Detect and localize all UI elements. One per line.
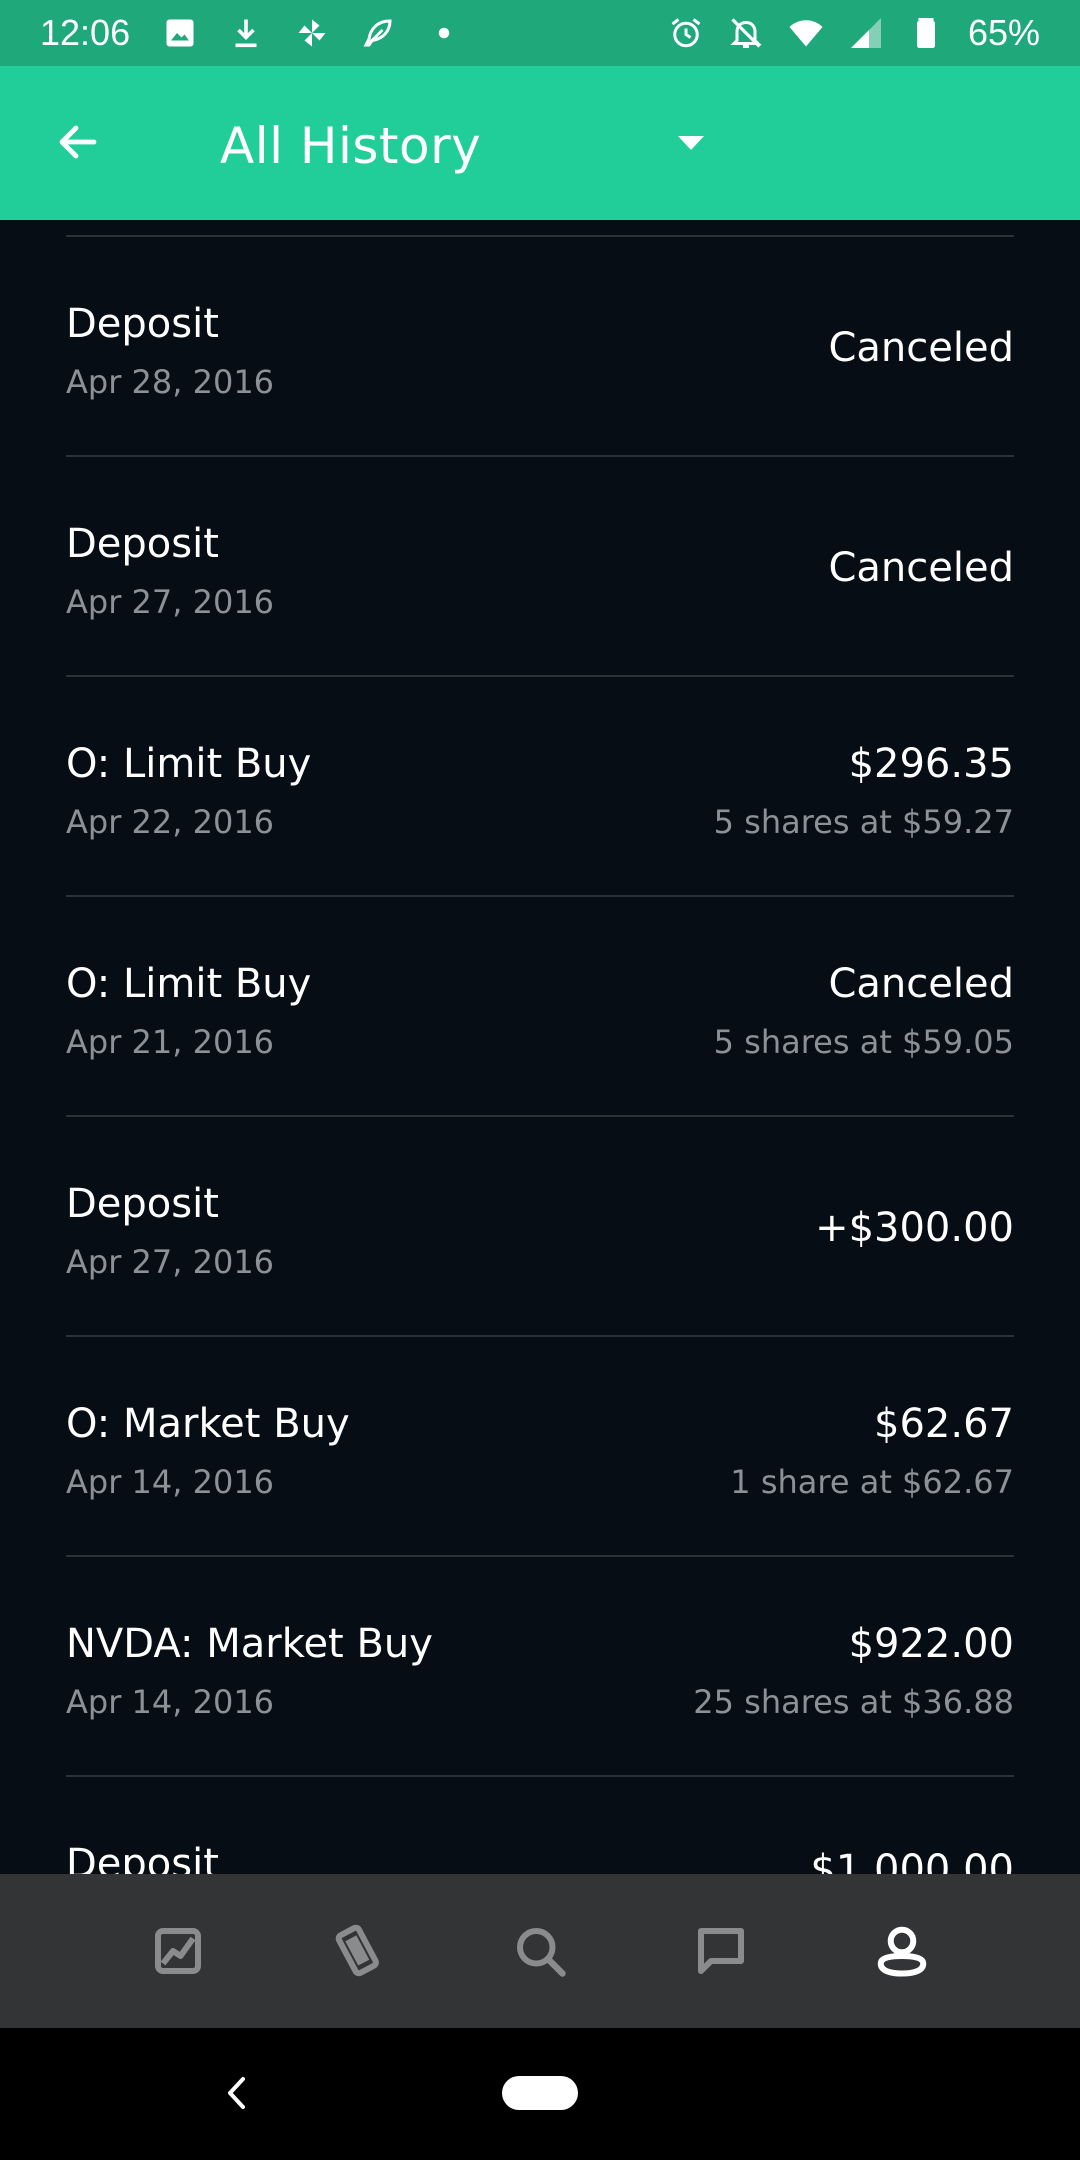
history-item-title: Deposit bbox=[66, 301, 219, 347]
battery-percent: 65% bbox=[967, 12, 1040, 53]
history-item-date: Apr 27, 2016 bbox=[66, 1243, 275, 1281]
account-icon bbox=[877, 1926, 926, 1977]
notifications-off-icon bbox=[728, 15, 764, 51]
image-icon bbox=[162, 15, 198, 51]
status-right-icons: 65% bbox=[668, 12, 1040, 54]
history-item-amount: Canceled bbox=[828, 325, 1014, 371]
history-item-amount: Canceled bbox=[828, 545, 1014, 591]
history-item-detail: 5 shares at $59.05 bbox=[713, 1023, 1014, 1061]
history-item-amount: $296.35 bbox=[848, 741, 1014, 787]
search-icon bbox=[516, 1928, 566, 1977]
history-item[interactable]: Deposit $1,000.00 bbox=[66, 1777, 1014, 1874]
history-item-detail: 5 shares at $59.27 bbox=[713, 803, 1014, 841]
status-left-icons bbox=[162, 15, 462, 51]
page-title: All History bbox=[220, 117, 482, 175]
history-item-title: NVDA: Market Buy bbox=[66, 1621, 433, 1667]
arrow-left-icon bbox=[59, 125, 97, 159]
history-item[interactable]: NVDA: Market Buy Apr 14, 2016 $922.00 25… bbox=[66, 1557, 1014, 1777]
history-item[interactable]: Deposit Apr 27, 2016 +$300.00 bbox=[66, 1117, 1014, 1337]
back-button[interactable] bbox=[48, 112, 108, 172]
history-item-title: Deposit bbox=[66, 1181, 219, 1227]
history-item[interactable]: O: Limit Buy Apr 22, 2016 $296.35 5 shar… bbox=[66, 677, 1014, 897]
nav-cards[interactable] bbox=[319, 1911, 399, 1991]
system-nav-bar bbox=[0, 2028, 1080, 2160]
status-time: 12:06 bbox=[40, 12, 131, 53]
nav-account[interactable] bbox=[862, 1911, 942, 1991]
history-item-date: Apr 22, 2016 bbox=[66, 803, 275, 841]
history-item-amount: $62.67 bbox=[874, 1401, 1014, 1447]
history-item-amount: $1,000.00 bbox=[810, 1847, 1014, 1874]
history-item-amount: Canceled bbox=[828, 961, 1014, 1007]
history-item-detail: 25 shares at $36.88 bbox=[693, 1683, 1014, 1721]
nav-messages[interactable] bbox=[681, 1911, 761, 1991]
history-item[interactable]: O: Limit Buy Apr 21, 2016 Canceled 5 sha… bbox=[66, 897, 1014, 1117]
nav-portfolio[interactable] bbox=[138, 1911, 218, 1991]
download-icon bbox=[228, 15, 264, 51]
history-list[interactable]: Deposit Apr 28, 2016 Canceled Deposit Ap… bbox=[0, 220, 1080, 1874]
history-item-date: Apr 28, 2016 bbox=[66, 363, 275, 401]
dot-icon bbox=[426, 15, 462, 51]
history-item-title: Deposit bbox=[66, 1841, 219, 1874]
cards-icon bbox=[335, 1924, 380, 1977]
signal-icon bbox=[848, 15, 884, 51]
history-item-date: Apr 21, 2016 bbox=[66, 1023, 275, 1061]
history-item-date: Apr 14, 2016 bbox=[66, 1463, 275, 1501]
battery-icon bbox=[908, 15, 944, 51]
history-item-title: Deposit bbox=[66, 521, 219, 567]
history-item-title: O: Limit Buy bbox=[66, 741, 312, 787]
history-filter-dropdown[interactable]: All History bbox=[220, 96, 720, 196]
alarm-icon bbox=[668, 15, 704, 51]
history-item[interactable]: Deposit Apr 27, 2016 Canceled bbox=[66, 457, 1014, 677]
system-back-button[interactable] bbox=[216, 2068, 256, 2118]
history-item-amount: +$300.00 bbox=[815, 1205, 1014, 1251]
history-item-date: Apr 14, 2016 bbox=[66, 1683, 275, 1721]
history-item-date: Apr 27, 2016 bbox=[66, 583, 275, 621]
caret-down-icon[interactable] bbox=[676, 134, 706, 154]
nav-search[interactable] bbox=[500, 1911, 580, 1991]
feather-icon bbox=[360, 15, 396, 51]
pinwheel-icon bbox=[294, 15, 330, 51]
status-bar: 12:06 65% bbox=[0, 0, 1080, 66]
history-item-amount: $922.00 bbox=[848, 1621, 1014, 1667]
chevron-left-icon bbox=[228, 2077, 245, 2109]
app-bar: All History bbox=[0, 66, 1080, 220]
wifi-icon bbox=[788, 15, 824, 51]
portfolio-chart-icon bbox=[155, 1928, 202, 1974]
home-pill[interactable] bbox=[502, 2076, 578, 2110]
bottom-nav bbox=[0, 1874, 1080, 2028]
history-item[interactable]: O: Market Buy Apr 14, 2016 $62.67 1 shar… bbox=[66, 1337, 1014, 1557]
messages-icon bbox=[697, 1928, 744, 1974]
history-item-title: O: Limit Buy bbox=[66, 961, 312, 1007]
history-item[interactable]: Deposit Apr 28, 2016 Canceled bbox=[66, 237, 1014, 457]
history-item-title: O: Market Buy bbox=[66, 1401, 350, 1447]
history-item-detail: 1 share at $62.67 bbox=[730, 1463, 1014, 1501]
